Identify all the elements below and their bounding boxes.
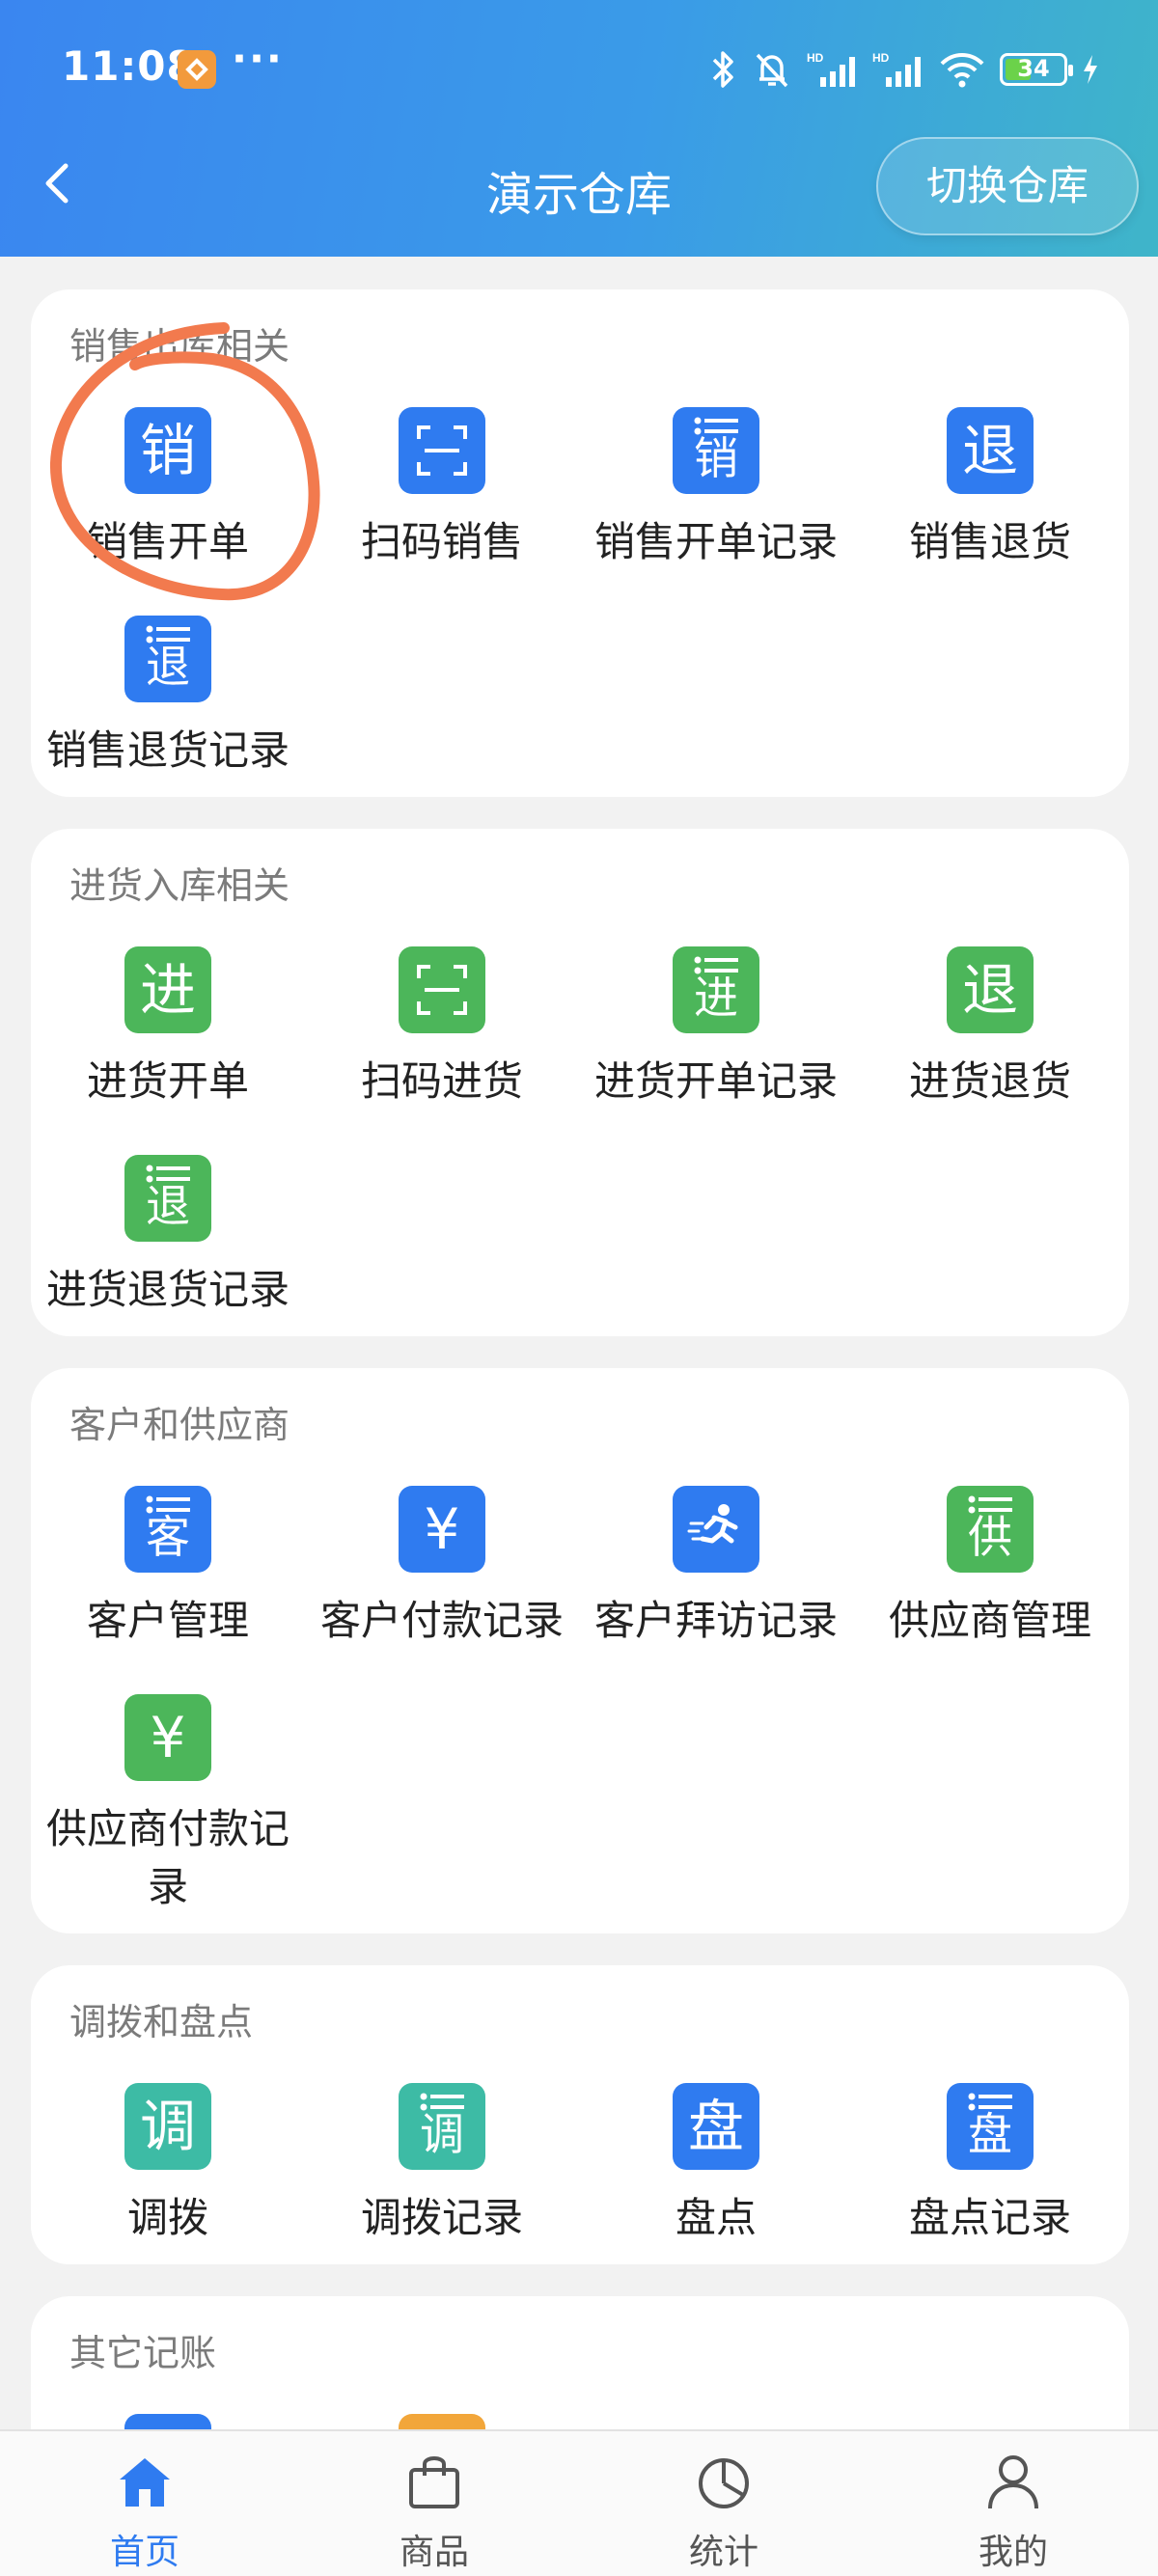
yen-icon: ¥ xyxy=(399,1486,485,1573)
menu-item-label: 扫码进货 xyxy=(360,1057,523,1105)
transfer-icon: 调 xyxy=(124,2083,211,2170)
menu-item-label: 盘点 xyxy=(675,2194,757,2241)
return-list-icon: 退 xyxy=(124,1155,211,1242)
signal-hd-icon: HD xyxy=(807,51,855,87)
menu-item-label: 客户付款记录 xyxy=(319,1597,564,1644)
section-title: 客户和供应商 xyxy=(69,1404,290,1446)
section-customers-suppliers: 客户和供应商 客 客户管理 ¥ 客户付款记录 客户拜访记录 供 供应商管理 ¥ … xyxy=(31,1368,1129,1933)
app-header: 11:08 ··· HD HD 34 演示仓库 切换仓库 xyxy=(0,0,1158,257)
return-list-icon: 退 xyxy=(124,616,211,702)
return-icon: 退 xyxy=(947,946,1034,1033)
more-notifications-icon: ··· xyxy=(232,35,284,82)
section-title: 调拨和盘点 xyxy=(69,2001,254,2043)
status-bar: 11:08 ··· HD HD 34 xyxy=(0,0,1158,135)
menu-item-label: 扫码销售 xyxy=(360,518,523,565)
menu-item-label: 客户拜访记录 xyxy=(593,1597,838,1644)
tab-statistics[interactable]: 统计 xyxy=(579,2431,868,2576)
tab-products[interactable]: 商品 xyxy=(290,2431,579,2576)
supplier-list-icon: 供 xyxy=(947,1486,1034,1573)
scan-icon xyxy=(399,946,485,1033)
return-icon: 退 xyxy=(947,407,1034,494)
sales-icon: 销 xyxy=(124,407,211,494)
section-title: 进货入库相关 xyxy=(69,864,290,907)
section-title: 销售出库相关 xyxy=(69,325,290,368)
pie-chart-icon xyxy=(699,2458,749,2508)
tab-label: 商品 xyxy=(399,2533,469,2572)
charging-icon xyxy=(1084,55,1097,84)
svg-text:HD: HD xyxy=(872,51,890,65)
menu-item-label: 销售退货 xyxy=(908,518,1071,565)
battery-level: 34 xyxy=(1017,55,1050,82)
customer-list-icon: 客 xyxy=(124,1486,211,1573)
app-notification-icon xyxy=(178,50,216,89)
section-sales: 销售出库相关 销 销售开单 扫码销售 销 销售开单记录 退 销售退货 退 销售退… xyxy=(31,289,1129,797)
sales-list-icon: 销 xyxy=(673,407,759,494)
menu-item-label: 进货退货 xyxy=(908,1057,1071,1105)
tab-home[interactable]: 首页 xyxy=(0,2431,290,2576)
menu-item-label: 客户管理 xyxy=(86,1597,249,1644)
svg-text:HD: HD xyxy=(807,51,824,65)
menu-item-label: 销售开单记录 xyxy=(593,518,838,565)
signal-hd-icon-2: HD xyxy=(872,51,921,87)
section-title: 其它记账 xyxy=(69,2332,217,2374)
menu-item-label: 盘点记录 xyxy=(908,2194,1071,2241)
tab-mine[interactable]: 我的 xyxy=(868,2431,1158,2576)
battery-icon: 34 xyxy=(1000,53,1073,86)
menu-item-label: 销售开单 xyxy=(86,518,249,565)
menu-item-label: 销售退货记录 xyxy=(45,726,290,774)
menu-item-label: 进货开单 xyxy=(86,1057,249,1105)
tab-label: 首页 xyxy=(109,2533,179,2572)
status-time: 11:08 xyxy=(62,42,196,90)
tab-label: 统计 xyxy=(688,2533,758,2572)
system-icons: HD HD 34 xyxy=(708,42,1100,96)
stocktake-icon: 盘 xyxy=(673,2083,759,2170)
scan-icon xyxy=(399,407,485,494)
bottom-tab-bar: 首页 商品 统计 我的 xyxy=(0,2429,1158,2576)
home-icon xyxy=(120,2458,170,2507)
menu-item-label: 调拨 xyxy=(126,2194,208,2241)
section-purchase: 进货入库相关 进 进货开单 扫码进货 进 进货开单记录 退 进货退货 退 进货退… xyxy=(31,829,1129,1336)
mute-bell-icon xyxy=(756,53,788,88)
runner-icon xyxy=(673,1486,759,1573)
menu-item-label: 供应商付款记录 xyxy=(45,1805,290,1910)
bag-icon xyxy=(409,2456,459,2508)
transfer-list-icon: 调 xyxy=(399,2083,485,2170)
user-icon xyxy=(988,2455,1038,2509)
switch-warehouse-button[interactable]: 切换仓库 xyxy=(876,137,1139,235)
menu-item-label: 进货开单记录 xyxy=(593,1057,838,1105)
bluetooth-icon xyxy=(712,51,733,88)
menu-item-label: 进货退货记录 xyxy=(45,1266,290,1313)
wifi-icon xyxy=(940,53,984,88)
yen-icon: ¥ xyxy=(124,1694,211,1781)
stocktake-list-icon: 盘 xyxy=(947,2083,1034,2170)
purchase-icon: 进 xyxy=(124,946,211,1033)
section-transfer-stocktake: 调拨和盘点 调 调拨 调 调拨记录 盘 盘点 盘 盘点记录 xyxy=(31,1965,1129,2264)
purchase-list-icon: 进 xyxy=(673,946,759,1033)
tab-label: 我的 xyxy=(978,2533,1048,2572)
menu-item-label: 供应商管理 xyxy=(888,1597,1091,1644)
menu-item-label: 调拨记录 xyxy=(360,2194,523,2241)
